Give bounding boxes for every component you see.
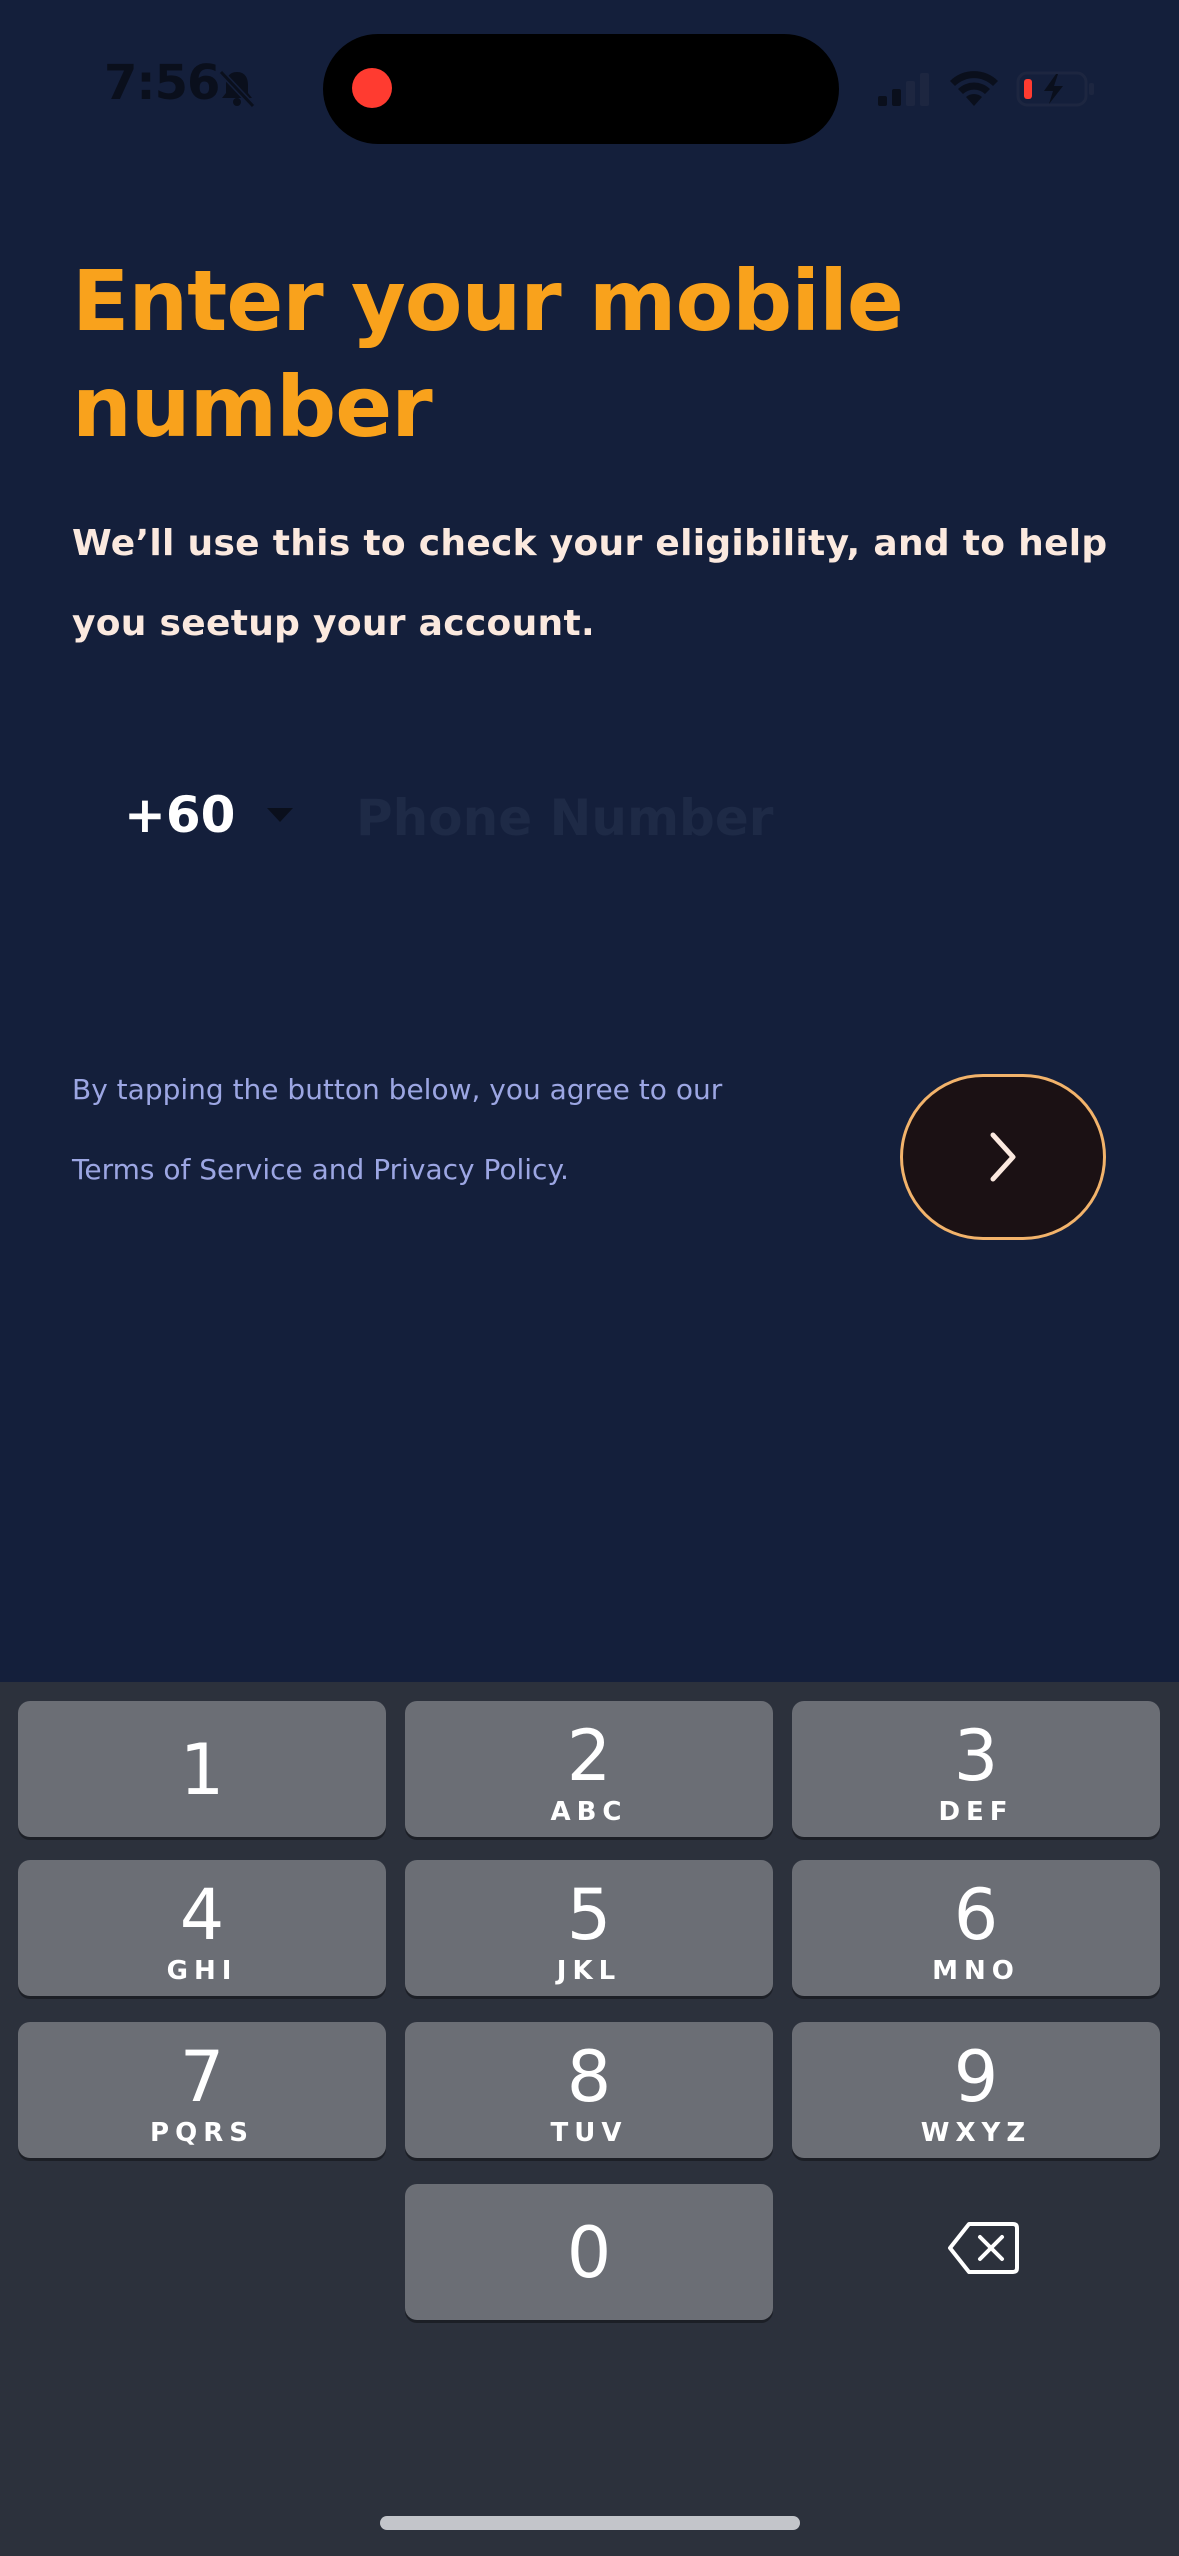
key-digit: 9 bbox=[953, 2036, 999, 2118]
terms-notice: By tapping the button below, you agree t… bbox=[72, 1050, 792, 1210]
key-5[interactable]: 5 JKL bbox=[405, 1860, 773, 1996]
key-digit: 7 bbox=[179, 2036, 225, 2118]
key-6[interactable]: 6 MNO bbox=[792, 1860, 1160, 1996]
key-digit: 3 bbox=[953, 1715, 999, 1797]
key-4[interactable]: 4 GHI bbox=[18, 1860, 386, 1996]
phone-entry-screen: 7:56 Enter your mobile number We’ll use … bbox=[0, 0, 1179, 1682]
status-time: 7:56 bbox=[104, 55, 220, 111]
terms-text: By tapping the button below, you agree t… bbox=[72, 1073, 723, 1106]
key-digit: 5 bbox=[566, 1874, 612, 1956]
key-digit: 0 bbox=[566, 2212, 612, 2294]
key-8[interactable]: 8 TUV bbox=[405, 2022, 773, 2158]
chevron-right-icon bbox=[990, 1132, 1016, 1182]
key-1[interactable]: 1 bbox=[18, 1701, 386, 1837]
country-code-selector[interactable]: +60 bbox=[124, 786, 295, 844]
key-letters: ABC bbox=[550, 1797, 628, 1827]
dynamic-island bbox=[323, 34, 839, 144]
phone-number-input[interactable] bbox=[356, 780, 1076, 856]
home-indicator[interactable] bbox=[380, 2516, 800, 2530]
key-9[interactable]: 9 WXYZ bbox=[792, 2022, 1160, 2158]
key-digit: 6 bbox=[953, 1874, 999, 1956]
recording-dot bbox=[352, 68, 392, 108]
delete-key[interactable] bbox=[790, 2180, 1176, 2316]
terms-link[interactable]: Terms of Service and Privacy Policy. bbox=[72, 1153, 569, 1186]
key-letters: GHI bbox=[166, 1956, 238, 1986]
delete-backspace-icon bbox=[948, 2222, 1019, 2274]
key-letters: MNO bbox=[932, 1956, 1020, 1986]
next-button[interactable] bbox=[900, 1074, 1106, 1240]
key-letters: PQRS bbox=[150, 2118, 254, 2148]
key-digit: 4 bbox=[179, 1874, 225, 1956]
page-title: Enter your mobile number bbox=[72, 252, 904, 456]
key-2[interactable]: 2 ABC bbox=[405, 1701, 773, 1837]
key-digit: 2 bbox=[566, 1715, 612, 1797]
key-0[interactable]: 0 bbox=[405, 2184, 773, 2320]
bell-slash-icon bbox=[218, 69, 256, 109]
key-letters: WXYZ bbox=[920, 2118, 1032, 2148]
page-subtitle: We’ll use this to check your eligibility… bbox=[72, 523, 1108, 644]
key-digit: 1 bbox=[179, 1729, 225, 1811]
country-code-label: +60 bbox=[124, 786, 236, 844]
key-digit: 8 bbox=[566, 2036, 612, 2118]
key-letters: TUV bbox=[550, 2118, 628, 2148]
key-3[interactable]: 3 DEF bbox=[792, 1701, 1160, 1837]
key-letters: DEF bbox=[938, 1797, 1014, 1827]
battery-charging-icon bbox=[1016, 71, 1094, 107]
key-letters: JKL bbox=[556, 1956, 622, 1986]
caret-down-icon bbox=[267, 808, 294, 822]
key-7[interactable]: 7 PQRS bbox=[18, 2022, 386, 2158]
cellular-signal-icon bbox=[878, 73, 929, 106]
wifi-icon bbox=[950, 71, 998, 106]
